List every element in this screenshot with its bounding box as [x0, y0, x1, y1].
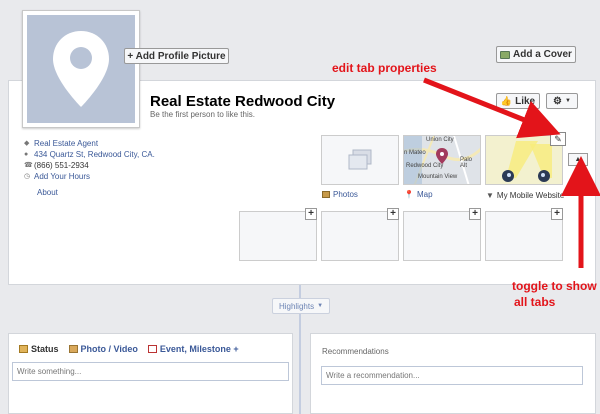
- toggle-all-tabs-button[interactable]: ▲: [568, 153, 588, 166]
- map-label-redwood-city: Redwood City: [406, 163, 444, 169]
- photos-icon: [348, 149, 372, 170]
- page-title: Real Estate Redwood City: [150, 93, 336, 110]
- mobile-tab-label[interactable]: ▼ My Mobile Website: [486, 191, 564, 200]
- add-hours-link[interactable]: Add Your Hours: [34, 171, 90, 182]
- hours-row: ◷ Add Your Hours: [24, 171, 155, 182]
- camera-icon: [500, 50, 511, 59]
- add-cover-label: Add a Cover: [513, 49, 572, 60]
- composer-tabs: Status Photo / Video Event, Milestone +: [9, 334, 292, 354]
- about-link[interactable]: About: [37, 188, 58, 197]
- tag-icon: ◆: [24, 140, 30, 147]
- edit-tab-pencil-button[interactable]: ✎: [550, 132, 566, 146]
- photos-tab[interactable]: [321, 135, 399, 185]
- map-label-union-city: Union City: [426, 137, 454, 143]
- annotation-edit-tab: edit tab properties: [332, 61, 437, 75]
- page-info: ◆ Real Estate Agent ● 434 Quartz St, Red…: [24, 138, 155, 182]
- photos-tab-label[interactable]: Photos: [322, 190, 358, 199]
- add-tab-plus-button[interactable]: +: [387, 208, 399, 220]
- photo-video-tab-label: Photo / Video: [80, 344, 138, 354]
- photos-label-text: Photos: [333, 190, 358, 199]
- chevron-up-icon: ▲: [574, 156, 582, 163]
- recommendations-title: Recommendations: [322, 347, 389, 356]
- profile-placeholder: [27, 15, 135, 123]
- calendar-icon: [147, 345, 157, 353]
- like-label: Like: [515, 95, 536, 107]
- highlights-dropdown[interactable]: Highlights ▼: [272, 298, 330, 314]
- like-prompt: Be the first person to like this.: [150, 110, 255, 119]
- add-tab-plus-button[interactable]: +: [469, 208, 481, 220]
- map-pin-icon: [53, 31, 109, 107]
- map-tab[interactable]: Union City n Mateo Palo Alt Redwood City…: [403, 135, 481, 185]
- annotation-toggle-line1: toggle to show: [512, 279, 597, 293]
- location-icon: ●: [24, 151, 29, 158]
- like-button[interactable]: 👍 Like: [496, 93, 540, 109]
- pencil-icon: [19, 345, 28, 353]
- recommendations-box: Recommendations Write a recommendation..…: [310, 333, 596, 414]
- thumbs-up-icon: 👍: [500, 95, 513, 106]
- add-profile-picture-button[interactable]: + Add Profile Picture: [124, 48, 229, 64]
- phone-text: (866) 551-2934: [34, 161, 89, 170]
- pencil-icon: ✎: [554, 133, 562, 144]
- address-row: ● 434 Quartz St, Redwood City, CA.: [24, 149, 155, 160]
- map-label-san-mateo: n Mateo: [404, 150, 426, 156]
- photo-icon: [68, 345, 78, 353]
- photo-video-tab[interactable]: Photo / Video: [68, 344, 138, 354]
- map-label-mountain-view: Mountain View: [418, 174, 458, 180]
- event-milestone-tab-label: Event, Milestone +: [159, 344, 239, 354]
- recommendation-input[interactable]: Write a recommendation...: [321, 366, 583, 385]
- chevron-down-icon: ▼: [317, 303, 324, 309]
- status-tab[interactable]: Status: [19, 344, 59, 354]
- map-tab-label[interactable]: 📍 Map: [404, 190, 433, 199]
- map-label-palo-alto: Palo Alt: [460, 157, 473, 169]
- mobile-small-icon: ▼: [486, 191, 494, 200]
- event-milestone-tab[interactable]: Event, Milestone +: [147, 344, 239, 354]
- profile-picture[interactable]: [22, 10, 140, 128]
- add-tab-plus-button[interactable]: +: [551, 208, 563, 220]
- gear-icon: ⚙: [553, 95, 562, 107]
- annotation-toggle-line2: all tabs: [514, 295, 556, 309]
- status-tab-label: Status: [31, 344, 59, 354]
- category-text[interactable]: Real Estate Agent: [34, 138, 98, 149]
- add-profile-picture-label: + Add Profile Picture: [127, 50, 226, 62]
- highlights-label: Highlights: [278, 301, 315, 311]
- status-input[interactable]: Write something...: [12, 362, 289, 381]
- photos-small-icon: [322, 191, 330, 198]
- add-tab-plus-button[interactable]: +: [305, 208, 317, 220]
- address-text[interactable]: 434 Quartz St, Redwood City, CA.: [34, 149, 155, 160]
- phone-row: ☎ (866) 551-2934: [24, 160, 155, 171]
- add-cover-button[interactable]: Add a Cover: [496, 46, 576, 63]
- map-label-text: Map: [416, 190, 433, 199]
- status-composer: Status Photo / Video Event, Milestone + …: [8, 333, 293, 414]
- map-pin-small-icon: 📍: [404, 190, 414, 199]
- category-row: ◆ Real Estate Agent: [24, 138, 155, 149]
- settings-dropdown-button[interactable]: ⚙ ▼: [546, 93, 578, 109]
- phone-icon: ☎: [24, 162, 33, 169]
- mobile-label-text: My Mobile Website: [496, 191, 565, 200]
- chevron-down-icon: ▼: [565, 98, 571, 104]
- clock-icon: ◷: [24, 173, 31, 180]
